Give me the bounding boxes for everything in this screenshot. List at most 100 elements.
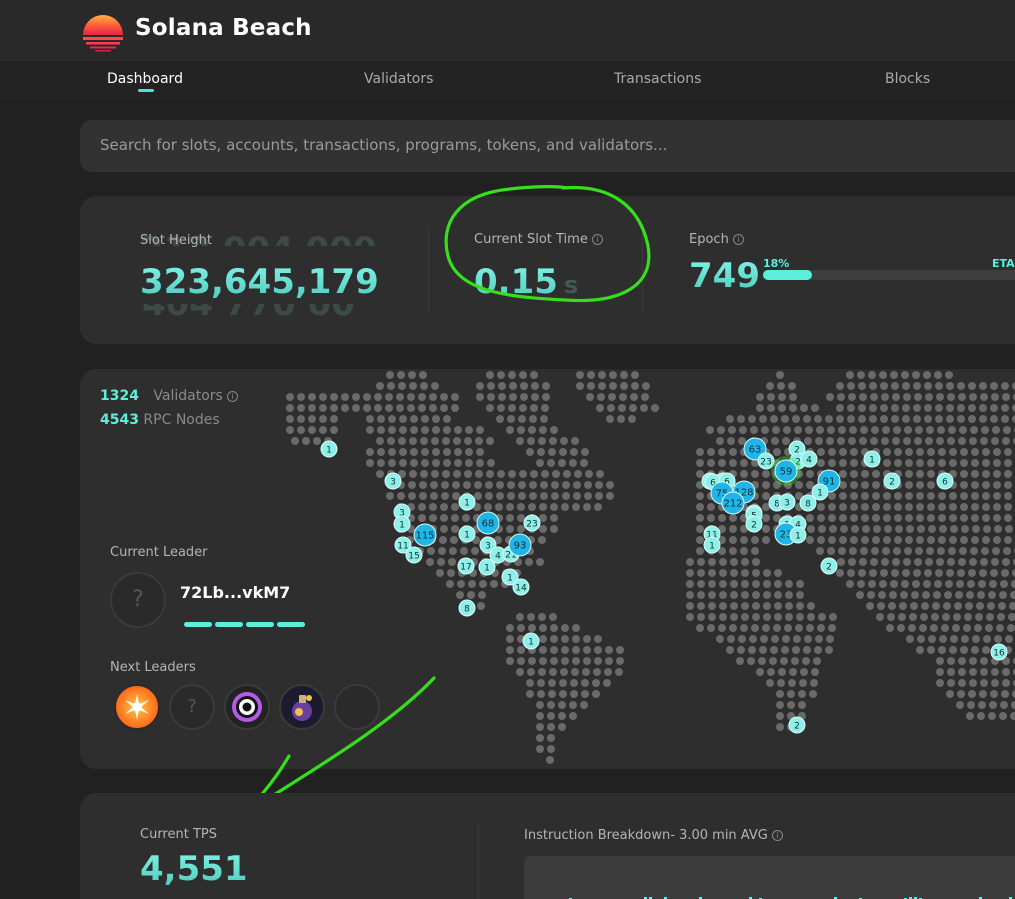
info-icon[interactable]: i [771, 830, 783, 841]
map-land-dot [506, 525, 514, 533]
map-land-dot [982, 481, 990, 489]
map-land-dot [958, 679, 966, 687]
epoch-percent: 18% [763, 257, 790, 270]
map-land-dot [969, 437, 977, 445]
map-land-dot [805, 426, 813, 434]
next-leader-avatar-2[interactable]: ? [169, 684, 215, 730]
map-land-dot [914, 437, 922, 445]
map-land-dot [286, 393, 294, 401]
brand-name[interactable]: Solana Beach [135, 15, 312, 41]
map-land-dot [774, 580, 782, 588]
map-land-dot [905, 492, 913, 500]
map-land-dot [463, 481, 471, 489]
map-land-dot [794, 426, 802, 434]
map-land-dot [773, 624, 781, 632]
map-land-dot [454, 448, 462, 456]
map-land-dot [792, 646, 800, 654]
map-land-dot [927, 536, 935, 544]
solana-beach-logo-icon[interactable] [80, 10, 126, 52]
map-land-dot [881, 437, 889, 445]
instruction-breakdown-label: Instruction Breakdown- 3.00 min AVG i [524, 828, 783, 843]
map-land-dot [537, 679, 545, 687]
map-land-dot [758, 657, 766, 665]
tab-validators[interactable]: Validators [364, 71, 433, 87]
map-land-dot [708, 602, 716, 610]
map-land-dot [872, 503, 880, 511]
map-land-dot [960, 646, 968, 654]
map-land-dot [859, 558, 867, 566]
map-land-dot [756, 668, 764, 676]
map-land-dot [789, 393, 797, 401]
info-icon[interactable]: i [732, 234, 744, 245]
map-land-dot [956, 580, 964, 588]
map-land-dot [953, 613, 961, 621]
map-land-dot [762, 481, 770, 489]
map-land-dot [388, 415, 396, 423]
map-land-dot [903, 558, 911, 566]
map-land-dot [319, 393, 327, 401]
map-land-dot [570, 690, 578, 698]
tab-dashboard[interactable]: Dashboard [107, 71, 183, 87]
map-node-count: 2 [889, 478, 895, 488]
map-land-dot [980, 668, 988, 676]
tab-transactions[interactable]: Transactions [614, 71, 701, 87]
map-land-dot [924, 382, 932, 390]
map-land-dot [741, 558, 749, 566]
map-land-dot [518, 481, 526, 489]
epoch-label: Epoch i [689, 232, 744, 247]
map-land-dot [836, 569, 844, 577]
tab-blocks[interactable]: Blocks [885, 71, 930, 87]
map-land-dot [924, 404, 932, 412]
map-land-dot [530, 470, 538, 478]
map-land-dot [620, 382, 628, 390]
search-input[interactable]: Search for slots, accounts, transactions… [80, 120, 1015, 172]
map-land-dot [806, 470, 814, 478]
map-land-dot [762, 536, 770, 544]
map-land-dot [697, 591, 705, 599]
map-land-dot [571, 437, 579, 445]
current-leader-avatar[interactable]: ? [110, 572, 166, 628]
map-land-dot [484, 503, 492, 511]
map-land-dot [620, 371, 628, 379]
next-leader-avatar-1[interactable] [114, 684, 160, 730]
map-land-dot [861, 536, 869, 544]
map-land-dot [827, 426, 835, 434]
map-land-dot [936, 393, 944, 401]
map-node-count: 1 [709, 542, 715, 552]
map-land-dot [495, 503, 503, 511]
current-tps-value: 4,551 [140, 849, 248, 889]
map-land-dot [906, 635, 914, 643]
map-land-dot [366, 448, 374, 456]
map-land-dot [708, 569, 716, 577]
map-land-dot [930, 624, 938, 632]
map-land-dot [944, 591, 952, 599]
map-land-dot [796, 580, 804, 588]
map-land-dot [376, 437, 384, 445]
map-land-dot [696, 525, 704, 533]
info-icon[interactable]: i [226, 391, 238, 402]
map-land-dot [719, 569, 727, 577]
map-land-dot [785, 580, 793, 588]
map-land-dot [476, 459, 484, 467]
map-land-dot [789, 404, 797, 412]
map-land-dot [798, 701, 806, 709]
map-land-dot [936, 679, 944, 687]
map-land-dot [969, 668, 977, 676]
map-land-dot [581, 679, 589, 687]
map-land-dot [960, 470, 968, 478]
map-land-dot [1003, 426, 1011, 434]
instruction-breakdown-chart[interactable] [524, 856, 1015, 899]
map-land-dot [550, 525, 558, 533]
map-land-dot [562, 492, 570, 500]
map-land-dot [895, 525, 903, 533]
map-land-dot [506, 514, 514, 522]
map-land-dot [707, 503, 715, 511]
map-land-dot [954, 602, 962, 610]
current-leader-name[interactable]: 72Lb...vkM7 [180, 583, 290, 602]
map-land-dot [938, 492, 946, 500]
map-land-dot [915, 426, 923, 434]
map-land-dot [485, 481, 493, 489]
map-land-dot [913, 382, 921, 390]
map-land-dot [631, 371, 639, 379]
map-land-dot [546, 756, 554, 764]
